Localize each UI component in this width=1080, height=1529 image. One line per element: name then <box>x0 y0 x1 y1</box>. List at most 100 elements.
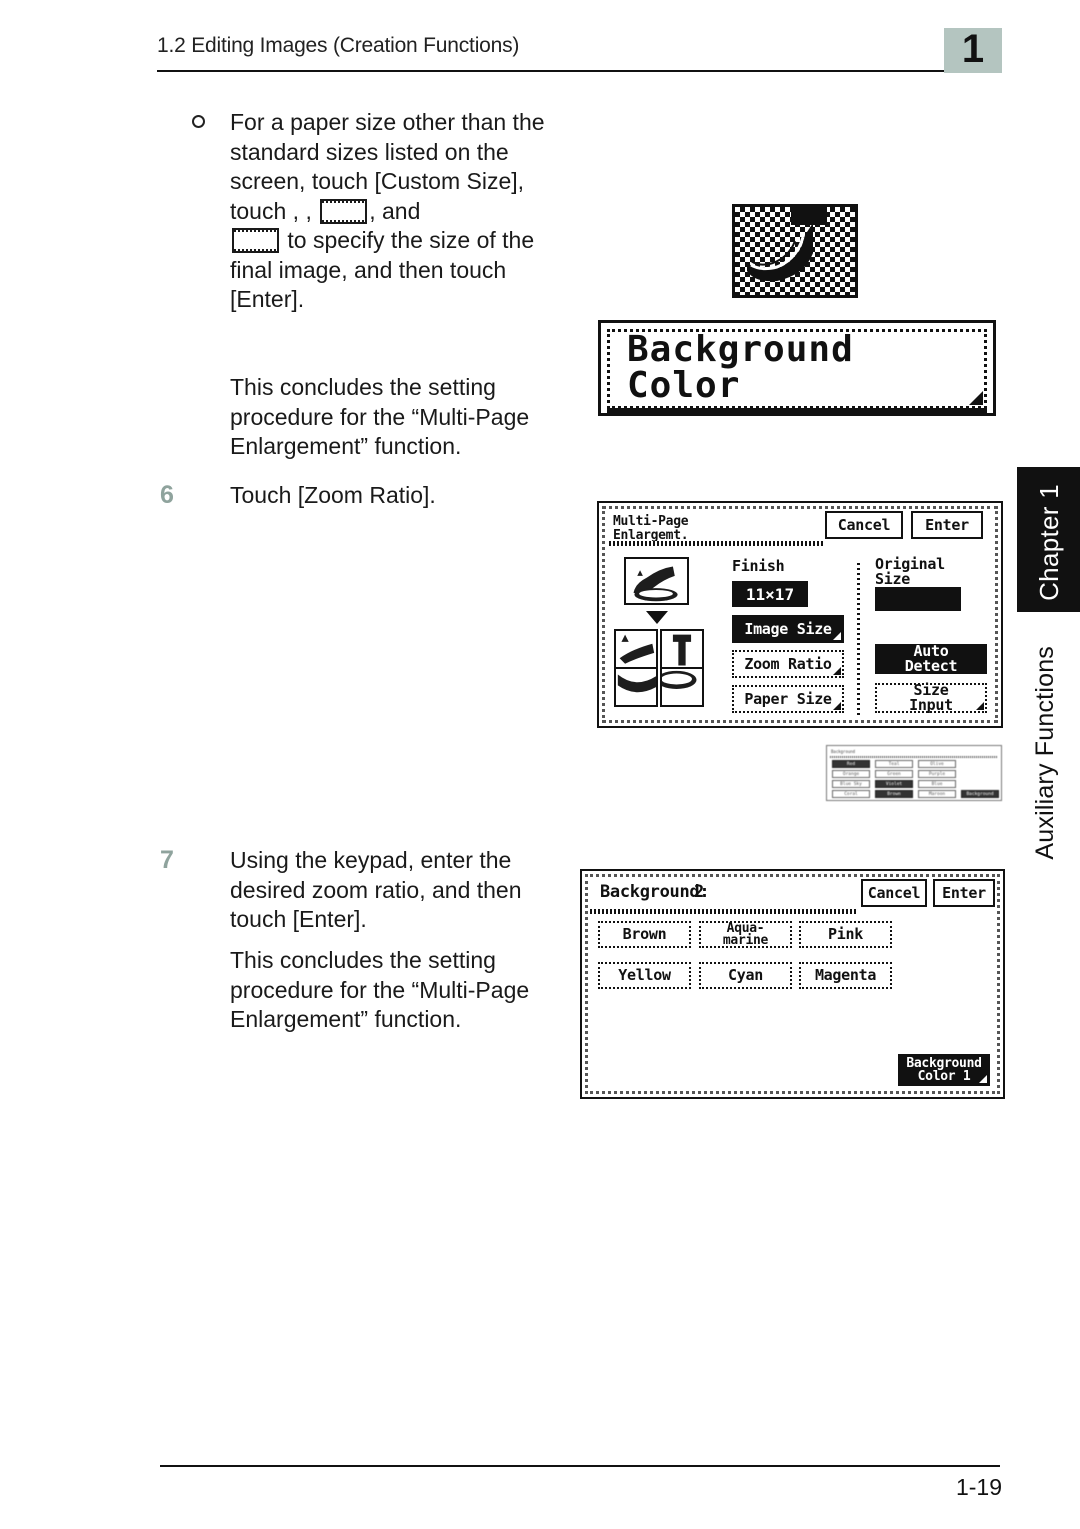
banner-label-line2: Color <box>627 365 741 406</box>
lcd-image-size-button[interactable]: Image Size <box>732 615 844 643</box>
lcd-paper-size-label: Paper Size <box>744 689 832 708</box>
lcd-mini-button[interactable]: Orange <box>832 770 870 778</box>
increase-key-icon <box>232 228 279 253</box>
lcd-mini-button[interactable]: Purple <box>918 770 956 778</box>
conclusion-paragraph-2: This concludes the setting procedure for… <box>230 947 530 1032</box>
thumbnail-tile-3 <box>614 667 658 707</box>
lcd-mini-button[interactable]: Green <box>875 770 913 778</box>
lcd-bg-title-value: 2 <box>694 882 704 902</box>
lcd-auto-detect-button[interactable]: Auto Detect <box>875 644 987 674</box>
lcd-bg-title-label: Background: <box>600 882 710 902</box>
lcd-background-color-page-corner-icon <box>979 1075 987 1083</box>
lcd-bg-enter-label: Enter <box>942 883 986 902</box>
step-6: 6 Touch [Zoom Ratio]. <box>160 481 580 511</box>
open-circle-bullet-icon <box>192 115 205 128</box>
header-divider <box>157 70 1002 72</box>
lcd-paper-size-corner-icon <box>833 702 841 710</box>
lcd-mini-button[interactable]: Teal <box>875 760 913 768</box>
side-tab-section-label: Auxiliary Functions <box>1031 646 1059 860</box>
lcd-titlebar-divider <box>609 541 824 546</box>
thumbnail-tile-1-art <box>619 634 655 664</box>
decrease-key-icon <box>320 198 368 224</box>
lcd-screen-background-color: Background: 2 Cancel Enter Brown Aqua- m… <box>580 869 1005 1099</box>
lcd-color-button-magenta[interactable]: Magenta <box>799 962 892 989</box>
lcd-mini-button[interactable]: Blue Sky <box>832 780 870 788</box>
lcd-bg-enter-button[interactable]: Enter <box>933 879 995 907</box>
lcd-zoom-ratio-corner-icon <box>833 667 841 675</box>
lcd-original-size-label: Original Size <box>875 555 945 588</box>
lcd-image-size-label: Image Size <box>744 619 832 638</box>
lcd-color-label-cyan: Cyan <box>728 966 763 984</box>
lcd-color-label-brown: Brown <box>622 925 667 943</box>
lcd-mini-button[interactable]: Brown <box>875 790 913 798</box>
conclusion-paragraph-1: This concludes the setting procedure for… <box>230 374 530 459</box>
lcd-image-size-corner-icon <box>833 632 841 640</box>
bullet-comma-2: , <box>305 197 319 224</box>
thumbnail-tile-2-art <box>672 634 692 666</box>
lcd-original-size-field <box>875 587 961 611</box>
thumbnail-tile-1 <box>614 629 658 669</box>
lcd-color-label-yellow: Yellow <box>618 966 671 984</box>
lcd-enter-button[interactable]: Enter <box>911 511 983 539</box>
lcd-bg-titlebar-divider <box>590 909 858 914</box>
halftone-banana-icon <box>732 204 858 298</box>
lcd-color-button-pink[interactable]: Pink <box>799 921 892 948</box>
step-7-number: 7 <box>160 846 174 874</box>
step-7-text: Using the keypad, enter the desired zoom… <box>230 847 522 932</box>
bullet-paragraph: For a paper size other than the standard… <box>192 108 562 315</box>
page-header: 1.2 Editing Images (Creation Functions) … <box>0 0 1080 90</box>
thumbnail-tile-4 <box>660 667 704 707</box>
lcd-mini-button[interactable]: Violet <box>875 780 913 788</box>
lcd-zoom-ratio-button[interactable]: Zoom Ratio <box>732 650 844 678</box>
lcd-size-input-button[interactable]: Size Input <box>875 683 987 713</box>
lcd-color-button-brown[interactable]: Brown <box>598 921 691 948</box>
bullet-comma-1: , <box>292 197 306 224</box>
banner-baseline-bar <box>607 408 987 413</box>
lcd-finish-label: Finish <box>732 557 785 575</box>
lcd-screen-multipage-enlargement: Multi-Page Enlargemt. Cancel Enter Finis… <box>597 501 1003 728</box>
page-title: 1.2 Editing Images (Creation Functions) <box>157 34 520 57</box>
step-6-text: Touch [Zoom Ratio]. <box>230 482 436 508</box>
thumbnail-original-image <box>624 557 689 605</box>
chapter-marker-number: 1 <box>961 27 985 71</box>
lcd-mini-button[interactable]: Red <box>832 760 870 768</box>
lcd-bg-cancel-button[interactable]: Cancel <box>861 879 927 907</box>
step-6-number: 6 <box>160 481 174 509</box>
lcd-mini-button[interactable]: Maroon <box>918 790 956 798</box>
bullet-paragraph-text: For a paper size other than the standard… <box>230 108 562 315</box>
halftone-icon-banana-shape <box>747 223 813 282</box>
lcd-auto-detect-label: Auto Detect <box>904 642 958 675</box>
lcd-screen-mini-thumbnail: Background Red Teal Olive Orange Green P… <box>826 745 1002 801</box>
lcd-color-label-magenta: Magenta <box>814 966 877 984</box>
lcd-cancel-button[interactable]: Cancel <box>825 511 903 539</box>
lcd-multipage-title: Multi-Page Enlargemt. <box>613 514 689 543</box>
lcd-color-button-aquamarine[interactable]: Aqua- marine <box>699 921 792 948</box>
page-number: 1-19 <box>955 1474 1002 1500</box>
lcd-enter-label: Enter <box>925 515 969 534</box>
step-7: 7 Using the keypad, enter the desired zo… <box>160 846 580 935</box>
lcd-color-button-yellow[interactable]: Yellow <box>598 962 691 989</box>
banner-label-line1: Background <box>627 329 854 370</box>
lcd-mini-button[interactable]: Olive <box>918 760 956 768</box>
footer-divider <box>160 1465 1000 1467</box>
lcd-mini-button[interactable]: Blue <box>918 780 956 788</box>
lcd-background-color-page-button[interactable]: Background Color 1 <box>898 1054 990 1086</box>
lcd-mini-button[interactable]: Coral <box>832 790 870 798</box>
lcd-zoom-ratio-label: Zoom Ratio <box>744 654 832 673</box>
lcd-size-input-label: Size Input <box>909 681 953 714</box>
lcd-mini-divider <box>830 756 998 758</box>
lcd-bg-cancel-label: Cancel <box>867 883 921 902</box>
thumbnail-original-art <box>633 566 678 602</box>
side-tab-chapter-label: Chapter 1 <box>1034 484 1064 601</box>
lcd-color-button-cyan[interactable]: Cyan <box>699 962 792 989</box>
lcd-column-divider <box>857 563 860 715</box>
bullet-text-part-2: , and <box>369 197 421 224</box>
thumbnail-tile-3-art <box>617 674 656 693</box>
lcd-mini-corner-button[interactable]: Background <box>961 790 999 798</box>
thumbnail-transform-arrow-icon <box>646 611 668 624</box>
lcd-paper-size-button[interactable]: Paper Size <box>732 685 844 713</box>
lcd-color-label-aquamarine: Aqua- marine <box>722 920 769 948</box>
lcd-cancel-label: Cancel <box>837 515 891 534</box>
thumbnail-tile-4-art <box>662 670 697 689</box>
lcd-background-color-page-label: Background Color 1 <box>906 1056 982 1084</box>
